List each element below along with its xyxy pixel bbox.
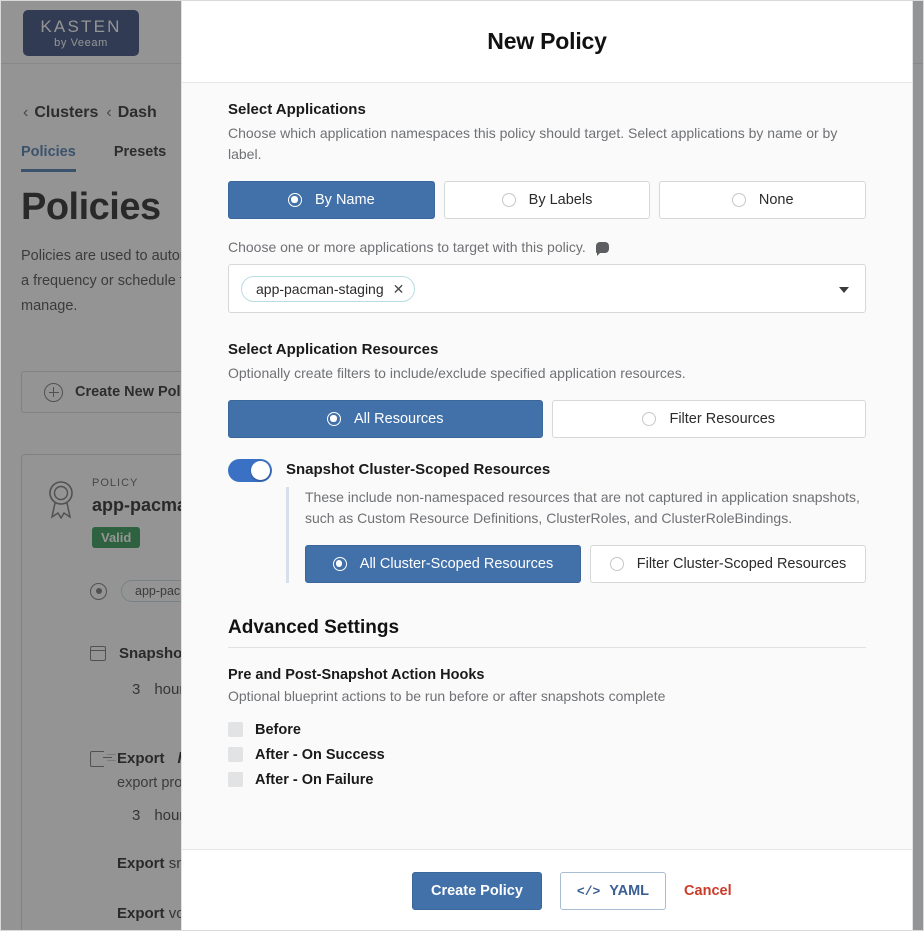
application-token-label: app-pacman-staging — [256, 280, 384, 297]
select-applications-description: Choose which application namespaces this… — [228, 125, 838, 162]
choose-applications-text: Choose one or more applications to targe… — [228, 239, 586, 255]
radio-none[interactable]: None — [659, 181, 867, 219]
application-token[interactable]: app-pacman-staging ✕ — [241, 275, 416, 302]
radio-icon — [501, 193, 516, 207]
radio-filter-cluster-scoped-label: Filter Cluster-Scoped Resources — [636, 556, 847, 572]
hook-after-success-label: After - On Success — [255, 746, 385, 763]
select-applications-section: Select Applications Choose which applica… — [228, 101, 867, 313]
hook-after-success-row[interactable]: After - On Success — [228, 742, 866, 767]
choose-applications-hint: Choose one or more applications to targe… — [228, 239, 866, 256]
advanced-settings-heading: Advanced Settings — [228, 617, 866, 648]
select-application-resources-section: Select Application Resources Optionally … — [228, 341, 866, 438]
chevron-down-icon[interactable] — [839, 286, 849, 293]
cluster-scoped-detail: These include non-namespaced resources t… — [286, 487, 866, 583]
checkbox-after-on-failure[interactable] — [228, 772, 243, 787]
radio-filter-resources[interactable]: Filter Resources — [551, 400, 866, 438]
checkbox-after-on-success[interactable] — [228, 747, 243, 762]
hook-after-failure-row[interactable]: After - On Failure — [228, 767, 866, 792]
radio-all-cluster-scoped[interactable]: All Cluster-Scoped Resources — [305, 545, 581, 583]
radio-icon — [609, 557, 624, 571]
resource-selection-mode-group: All Resources Filter Resources — [228, 400, 866, 438]
radio-all-cluster-scoped-label: All Cluster-Scoped Resources — [359, 556, 554, 572]
yaml-button-label: YAML — [609, 883, 650, 899]
action-hooks-list: Before After - On Success After - On Fai… — [228, 717, 866, 792]
cluster-scoped-description: These include non-namespaced resources t… — [305, 489, 860, 526]
radio-by-name-label: By Name — [315, 192, 375, 208]
snapshot-cluster-scoped-toggle[interactable] — [228, 459, 272, 482]
select-applications-title: Select Applications — [228, 101, 366, 118]
modal-header: New Policy — [182, 1, 912, 83]
radio-filter-cluster-scoped[interactable]: Filter Cluster-Scoped Resources — [590, 545, 866, 583]
hook-after-failure-label: After - On Failure — [255, 771, 374, 788]
radio-all-resources-label: All Resources — [354, 411, 444, 427]
speech-bubble-icon[interactable] — [595, 241, 609, 256]
cluster-scoped-mode-group: All Cluster-Scoped Resources Filter Clus… — [305, 545, 866, 583]
hook-before-row[interactable]: Before — [228, 717, 866, 742]
radio-all-resources[interactable]: All Resources — [228, 400, 543, 438]
modal-body: Select Applications Choose which applica… — [182, 83, 912, 849]
radio-by-labels[interactable]: By Labels — [443, 181, 651, 219]
app-window: KASTEN by Veeam ‹Clusters‹Dash Policies … — [0, 0, 924, 931]
select-resources-title: Select Application Resources — [228, 341, 439, 358]
create-policy-button[interactable]: Create Policy — [412, 872, 542, 910]
modal-footer: Create Policy </> YAML Cancel — [182, 849, 912, 930]
radio-icon — [327, 412, 342, 426]
radio-by-labels-label: By Labels — [528, 192, 593, 208]
application-selection-mode-group: By Name By Labels None — [228, 181, 867, 219]
radio-filter-resources-label: Filter Resources — [669, 411, 776, 427]
action-hooks-title: Pre and Post-Snapshot Action Hooks — [228, 667, 485, 683]
select-resources-description: Optionally create filters to include/exc… — [228, 365, 686, 381]
cancel-button[interactable]: Cancel — [684, 883, 732, 899]
radio-icon — [642, 412, 657, 426]
yaml-button[interactable]: </> YAML — [559, 872, 667, 910]
radio-none-label: None — [758, 192, 794, 208]
radio-icon — [288, 193, 303, 207]
close-icon[interactable]: ✕ — [393, 282, 405, 296]
checkbox-before[interactable] — [228, 722, 243, 737]
application-select[interactable]: app-pacman-staging ✕ — [228, 264, 866, 313]
cluster-scoped-section: Snapshot Cluster-Scoped Resources These … — [228, 458, 866, 583]
radio-icon — [332, 557, 347, 571]
cluster-scoped-toggle-label: Snapshot Cluster-Scoped Resources — [286, 461, 551, 478]
action-hooks-description: Optional blueprint actions to be run bef… — [228, 688, 666, 704]
modal-title: New Policy — [487, 28, 607, 54]
code-icon: </> — [576, 883, 601, 899]
hook-before-label: Before — [255, 721, 301, 738]
radio-icon — [731, 193, 746, 207]
new-policy-modal: New Policy Select Applications Choose wh… — [181, 1, 913, 930]
radio-by-name[interactable]: By Name — [228, 181, 435, 219]
